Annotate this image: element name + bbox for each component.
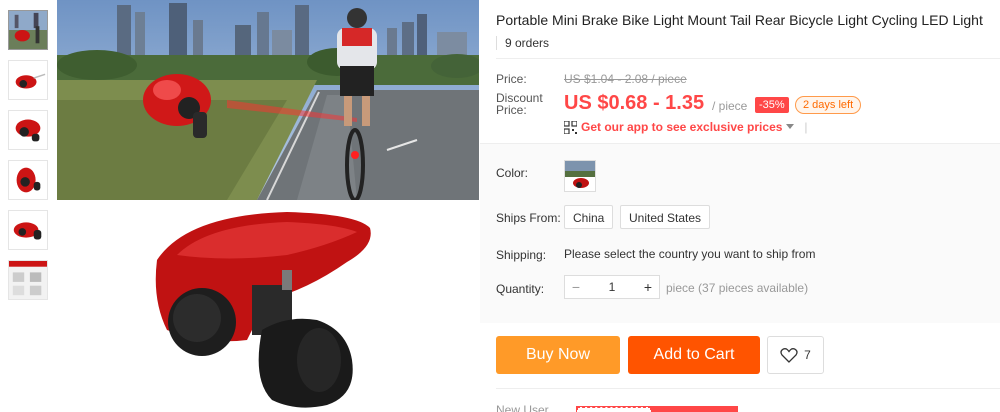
main-product-image[interactable]: [57, 0, 479, 412]
thumbnail-6[interactable]: [8, 260, 48, 300]
ships-from-china[interactable]: China: [564, 205, 614, 229]
color-label: Color:: [496, 166, 529, 180]
quantity-stepper: − 1 +: [564, 275, 660, 299]
product-title: Portable Mini Brake Bike Light Mount Tai…: [496, 12, 983, 28]
quantity-input[interactable]: 1: [587, 280, 637, 294]
discount-price-label: Discount Price:: [496, 91, 543, 117]
new-user-coupon[interactable]: [576, 406, 738, 412]
new-user-label: New User: [496, 403, 549, 412]
quantity-label: Quantity:: [496, 282, 545, 296]
wishlist-button[interactable]: 7: [767, 336, 824, 374]
divider: [496, 388, 1000, 389]
discount-badge: -35%: [755, 97, 789, 113]
thumbnail-4[interactable]: [8, 160, 48, 200]
color-option-1[interactable]: [564, 160, 596, 192]
price-unit: / piece: [712, 99, 748, 113]
discount-price: US $0.68 - 1.35: [564, 92, 705, 114]
ships-from-united-states[interactable]: United States: [620, 205, 711, 229]
ships-from-label: Ships From:: [496, 211, 561, 225]
shipping-message: Please select the country you want to sh…: [564, 247, 816, 261]
app-link-text: Get our app to see exclusive prices: [581, 120, 783, 134]
price-label: Price:: [496, 72, 527, 86]
quantity-available: piece (37 pieces available): [666, 281, 809, 295]
thumbnail-list: [8, 10, 50, 310]
options-section: Color: Ships From: Shipping: Quantity:: [480, 143, 1000, 323]
wishlist-count: 7: [804, 348, 811, 362]
product-info-panel: Portable Mini Brake Bike Light Mount Tai…: [480, 0, 1000, 412]
buy-now-button[interactable]: Buy Now: [496, 336, 620, 374]
quantity-increase-button[interactable]: +: [637, 279, 659, 295]
thumbnail-5[interactable]: [8, 210, 48, 250]
thumbnail-2[interactable]: [8, 60, 48, 100]
app-price-link[interactable]: Get our app to see exclusive prices |: [564, 120, 808, 134]
heart-icon: [780, 348, 798, 363]
quantity-decrease-button[interactable]: −: [565, 279, 587, 295]
app-link-separator: |: [804, 120, 808, 134]
product-photo: [57, 0, 479, 412]
add-to-cart-button[interactable]: Add to Cart: [628, 336, 760, 374]
thumbnail-3[interactable]: [8, 110, 48, 150]
order-count: 9 orders: [496, 36, 549, 50]
chevron-down-icon: [786, 124, 795, 129]
divider: [496, 58, 1000, 59]
original-price: US $1.04 - 2.08 / piece: [564, 72, 687, 86]
qr-code-icon: [564, 120, 577, 134]
days-left-badge: 2 days left: [795, 96, 862, 114]
product-page: Portable Mini Brake Bike Light Mount Tai…: [0, 0, 1000, 412]
thumbnail-1[interactable]: [8, 10, 48, 50]
shipping-label: Shipping:: [496, 248, 547, 262]
